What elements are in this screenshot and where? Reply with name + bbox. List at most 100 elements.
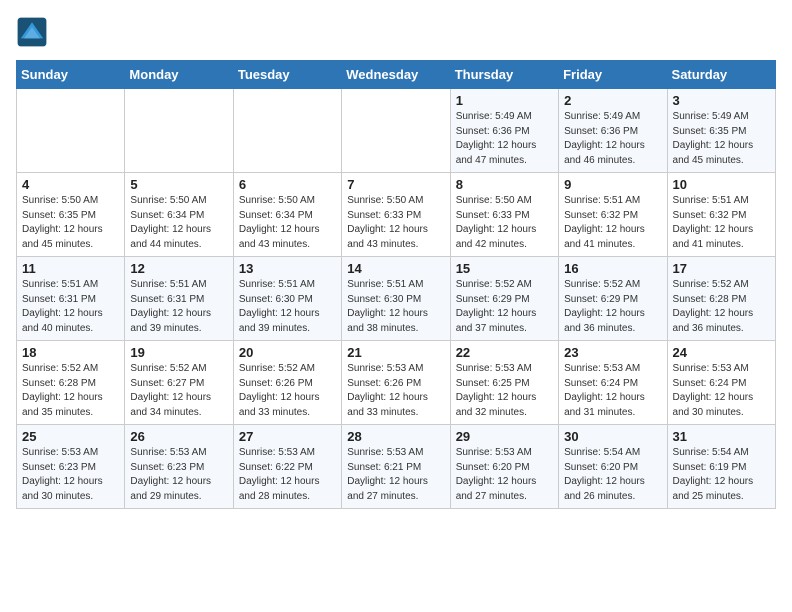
calendar-cell: 25 Sunrise: 5:53 AM Sunset: 6:23 PM Dayli… (17, 425, 125, 509)
day-info: Sunrise: 5:53 AM Sunset: 6:24 PM Dayligh… (564, 362, 661, 420)
day-number: 7 (347, 177, 444, 192)
day-info: Sunrise: 5:53 AM Sunset: 6:26 PM Dayligh… (347, 362, 444, 420)
calendar-week-3: 11 Sunrise: 5:51 AM Sunset: 6:31 PM Dayli… (17, 257, 776, 341)
calendar-cell: 30Sunrise: 5:54 AM Sunset: 6:20 PM Dayli… (559, 425, 667, 509)
calendar-cell: 14 Sunrise: 5:51 AM Sunset: 6:30 PM Dayli… (342, 257, 450, 341)
calendar-cell: 2Sunrise: 5:49 AM Sunset: 6:36 PM Daylig… (559, 89, 667, 173)
calendar-cell (342, 89, 450, 173)
calendar-week-4: 18 Sunrise: 5:52 AM Sunset: 6:28 PM Dayli… (17, 341, 776, 425)
day-info: Sunrise: 5:52 AM Sunset: 6:27 PM Dayligh… (130, 362, 227, 420)
day-number: 21 (347, 345, 444, 360)
day-number: 18 (22, 345, 119, 360)
calendar-cell: 29 Sunrise: 5:53 AM Sunset: 6:20 PM Dayli… (450, 425, 558, 509)
day-number: 28 (347, 429, 444, 444)
day-info: Sunrise: 5:52 AM Sunset: 6:29 PM Dayligh… (456, 278, 553, 336)
day-info: Sunrise: 5:53 AM Sunset: 6:22 PM Dayligh… (239, 446, 336, 504)
day-number: 24 (673, 345, 770, 360)
day-info: Sunrise: 5:53 AM Sunset: 6:21 PM Dayligh… (347, 446, 444, 504)
weekday-header-friday: Friday (559, 61, 667, 89)
day-info: Sunrise: 5:52 AM Sunset: 6:28 PM Dayligh… (673, 278, 770, 336)
day-number: 10 (673, 177, 770, 192)
weekday-header-sunday: Sunday (17, 61, 125, 89)
day-number: 1 (456, 93, 553, 108)
calendar-cell: 1 Sunrise: 5:49 AM Sunset: 6:36 PM Daylig… (450, 89, 558, 173)
calendar-cell: 3Sunrise: 5:49 AM Sunset: 6:35 PM Daylig… (667, 89, 775, 173)
calendar-cell: 18 Sunrise: 5:52 AM Sunset: 6:28 PM Dayli… (17, 341, 125, 425)
day-info: Sunrise: 5:50 AM Sunset: 6:35 PM Dayligh… (22, 194, 119, 252)
day-number: 17 (673, 261, 770, 276)
day-number: 14 (347, 261, 444, 276)
weekday-header-tuesday: Tuesday (233, 61, 341, 89)
calendar-cell: 22 Sunrise: 5:53 AM Sunset: 6:25 PM Dayli… (450, 341, 558, 425)
day-info: Sunrise: 5:53 AM Sunset: 6:23 PM Dayligh… (130, 446, 227, 504)
calendar-body: 1 Sunrise: 5:49 AM Sunset: 6:36 PM Daylig… (17, 89, 776, 509)
calendar-cell: 28 Sunrise: 5:53 AM Sunset: 6:21 PM Dayli… (342, 425, 450, 509)
calendar-cell: 17 Sunrise: 5:52 AM Sunset: 6:28 PM Dayli… (667, 257, 775, 341)
day-info: Sunrise: 5:53 AM Sunset: 6:25 PM Dayligh… (456, 362, 553, 420)
day-number: 12 (130, 261, 227, 276)
day-number: 22 (456, 345, 553, 360)
day-number: 25 (22, 429, 119, 444)
calendar-cell (125, 89, 233, 173)
day-number: 9 (564, 177, 661, 192)
calendar-week-5: 25 Sunrise: 5:53 AM Sunset: 6:23 PM Dayli… (17, 425, 776, 509)
calendar-cell: 4 Sunrise: 5:50 AM Sunset: 6:35 PM Daylig… (17, 173, 125, 257)
day-info: Sunrise: 5:54 AM Sunset: 6:19 PM Dayligh… (673, 446, 770, 504)
day-info: Sunrise: 5:49 AM Sunset: 6:36 PM Dayligh… (456, 110, 553, 168)
calendar-cell: 10 Sunrise: 5:51 AM Sunset: 6:32 PM Dayli… (667, 173, 775, 257)
calendar-cell: 19 Sunrise: 5:52 AM Sunset: 6:27 PM Dayli… (125, 341, 233, 425)
day-number: 11 (22, 261, 119, 276)
day-number: 5 (130, 177, 227, 192)
calendar-cell: 8Sunrise: 5:50 AM Sunset: 6:33 PM Daylig… (450, 173, 558, 257)
calendar-cell: 12 Sunrise: 5:51 AM Sunset: 6:31 PM Dayli… (125, 257, 233, 341)
day-info: Sunrise: 5:52 AM Sunset: 6:28 PM Dayligh… (22, 362, 119, 420)
calendar-cell: 7Sunrise: 5:50 AM Sunset: 6:33 PM Daylig… (342, 173, 450, 257)
calendar-cell: 6 Sunrise: 5:50 AM Sunset: 6:34 PM Daylig… (233, 173, 341, 257)
day-info: Sunrise: 5:51 AM Sunset: 6:31 PM Dayligh… (22, 278, 119, 336)
day-info: Sunrise: 5:52 AM Sunset: 6:26 PM Dayligh… (239, 362, 336, 420)
calendar-header: SundayMondayTuesdayWednesdayThursdayFrid… (17, 61, 776, 89)
day-info: Sunrise: 5:51 AM Sunset: 6:30 PM Dayligh… (239, 278, 336, 336)
day-number: 4 (22, 177, 119, 192)
logo (16, 16, 52, 48)
weekday-header-saturday: Saturday (667, 61, 775, 89)
calendar-cell: 31Sunrise: 5:54 AM Sunset: 6:19 PM Dayli… (667, 425, 775, 509)
calendar-week-1: 1 Sunrise: 5:49 AM Sunset: 6:36 PM Daylig… (17, 89, 776, 173)
day-number: 19 (130, 345, 227, 360)
calendar-cell: 26 Sunrise: 5:53 AM Sunset: 6:23 PM Dayli… (125, 425, 233, 509)
day-info: Sunrise: 5:51 AM Sunset: 6:30 PM Dayligh… (347, 278, 444, 336)
page-header (16, 16, 776, 48)
day-number: 20 (239, 345, 336, 360)
logo-icon (16, 16, 48, 48)
calendar-cell (233, 89, 341, 173)
calendar-cell: 24 Sunrise: 5:53 AM Sunset: 6:24 PM Dayli… (667, 341, 775, 425)
day-info: Sunrise: 5:52 AM Sunset: 6:29 PM Dayligh… (564, 278, 661, 336)
day-info: Sunrise: 5:53 AM Sunset: 6:23 PM Dayligh… (22, 446, 119, 504)
calendar-cell: 16 Sunrise: 5:52 AM Sunset: 6:29 PM Dayli… (559, 257, 667, 341)
day-number: 23 (564, 345, 661, 360)
weekday-header-thursday: Thursday (450, 61, 558, 89)
day-number: 15 (456, 261, 553, 276)
day-number: 29 (456, 429, 553, 444)
day-info: Sunrise: 5:53 AM Sunset: 6:20 PM Dayligh… (456, 446, 553, 504)
calendar-cell: 20 Sunrise: 5:52 AM Sunset: 6:26 PM Dayli… (233, 341, 341, 425)
day-info: Sunrise: 5:51 AM Sunset: 6:32 PM Dayligh… (673, 194, 770, 252)
day-info: Sunrise: 5:50 AM Sunset: 6:34 PM Dayligh… (239, 194, 336, 252)
day-info: Sunrise: 5:50 AM Sunset: 6:33 PM Dayligh… (456, 194, 553, 252)
day-number: 6 (239, 177, 336, 192)
calendar-cell: 13 Sunrise: 5:51 AM Sunset: 6:30 PM Dayli… (233, 257, 341, 341)
calendar-cell: 9Sunrise: 5:51 AM Sunset: 6:32 PM Daylig… (559, 173, 667, 257)
calendar-cell: 5Sunrise: 5:50 AM Sunset: 6:34 PM Daylig… (125, 173, 233, 257)
day-number: 16 (564, 261, 661, 276)
day-info: Sunrise: 5:53 AM Sunset: 6:24 PM Dayligh… (673, 362, 770, 420)
calendar-week-2: 4 Sunrise: 5:50 AM Sunset: 6:35 PM Daylig… (17, 173, 776, 257)
day-info: Sunrise: 5:49 AM Sunset: 6:35 PM Dayligh… (673, 110, 770, 168)
day-info: Sunrise: 5:51 AM Sunset: 6:31 PM Dayligh… (130, 278, 227, 336)
weekday-row: SundayMondayTuesdayWednesdayThursdayFrid… (17, 61, 776, 89)
day-number: 13 (239, 261, 336, 276)
weekday-header-monday: Monday (125, 61, 233, 89)
calendar-cell: 15 Sunrise: 5:52 AM Sunset: 6:29 PM Dayli… (450, 257, 558, 341)
day-number: 26 (130, 429, 227, 444)
calendar-cell: 21 Sunrise: 5:53 AM Sunset: 6:26 PM Dayli… (342, 341, 450, 425)
day-info: Sunrise: 5:54 AM Sunset: 6:20 PM Dayligh… (564, 446, 661, 504)
